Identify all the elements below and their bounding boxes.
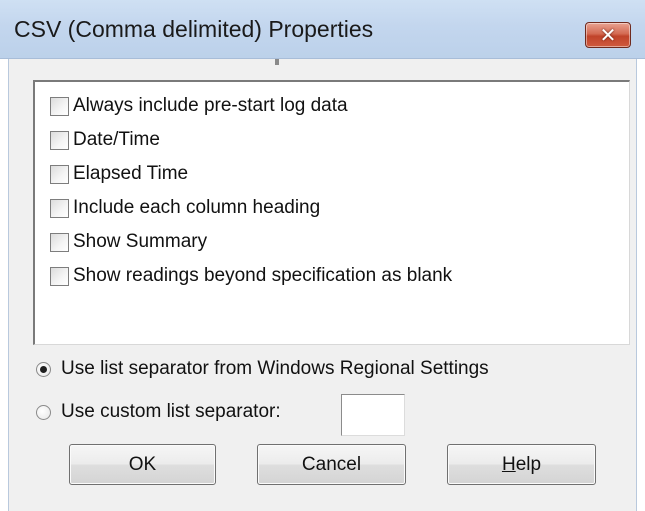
option-show-summary[interactable]: Show Summary — [50, 228, 207, 256]
checkbox-pre-start-log-data[interactable] — [50, 96, 69, 116]
help-label: elp — [515, 454, 542, 475]
window-title: CSV (Comma delimited) Properties — [14, 16, 374, 42]
csv-properties-dialog: CSV (Comma delimited) Properties ✕ Alway… — [0, 0, 645, 511]
option-label: Always include pre-start log data — [73, 95, 348, 116]
help-button[interactable]: Help — [447, 444, 596, 485]
radio-custom-separator[interactable]: Use custom list separator: — [36, 401, 281, 423]
custom-separator-input[interactable] — [341, 394, 405, 436]
checkbox-column-heading[interactable] — [50, 198, 69, 218]
checkbox-show-summary[interactable] — [50, 232, 69, 252]
radio-label: Use list separator from Windows Regional… — [61, 358, 489, 379]
option-label: Date/Time — [73, 129, 160, 150]
option-label: Elapsed Time — [73, 163, 189, 184]
options-checklist[interactable]: Always include pre-start log data Date/T… — [33, 80, 630, 345]
option-column-heading[interactable]: Include each column heading — [50, 194, 320, 222]
checkbox-date-time[interactable] — [50, 130, 69, 150]
radio-windows-separator[interactable]: Use list separator from Windows Regional… — [36, 358, 489, 380]
option-label: Show Summary — [73, 231, 208, 252]
dialog-body: Always include pre-start log data Date/T… — [8, 59, 637, 511]
radio-selected-icon[interactable] — [36, 361, 51, 377]
option-date-time[interactable]: Date/Time — [50, 126, 160, 154]
option-label: Include each column heading — [73, 197, 321, 218]
checkbox-readings-blank[interactable] — [50, 266, 69, 286]
option-pre-start-log-data[interactable]: Always include pre-start log data — [50, 92, 348, 120]
radio-label: Use custom list separator: — [61, 401, 281, 422]
title-bar[interactable]: CSV (Comma delimited) Properties ✕ — [0, 0, 645, 59]
close-icon: ✕ — [599, 23, 617, 47]
ok-button[interactable]: OK — [69, 444, 216, 485]
option-readings-blank[interactable]: Show readings beyond specification as bl… — [50, 262, 452, 290]
option-elapsed-time[interactable]: Elapsed Time — [50, 160, 188, 188]
group-box-edge — [275, 59, 279, 65]
checkbox-elapsed-time[interactable] — [50, 164, 69, 184]
cancel-button[interactable]: Cancel — [257, 444, 406, 485]
help-mnemonic: H — [501, 454, 516, 475]
option-label: Show readings beyond specification as bl… — [73, 265, 453, 286]
close-button[interactable]: ✕ — [585, 22, 631, 48]
radio-unselected-icon[interactable] — [36, 404, 51, 420]
